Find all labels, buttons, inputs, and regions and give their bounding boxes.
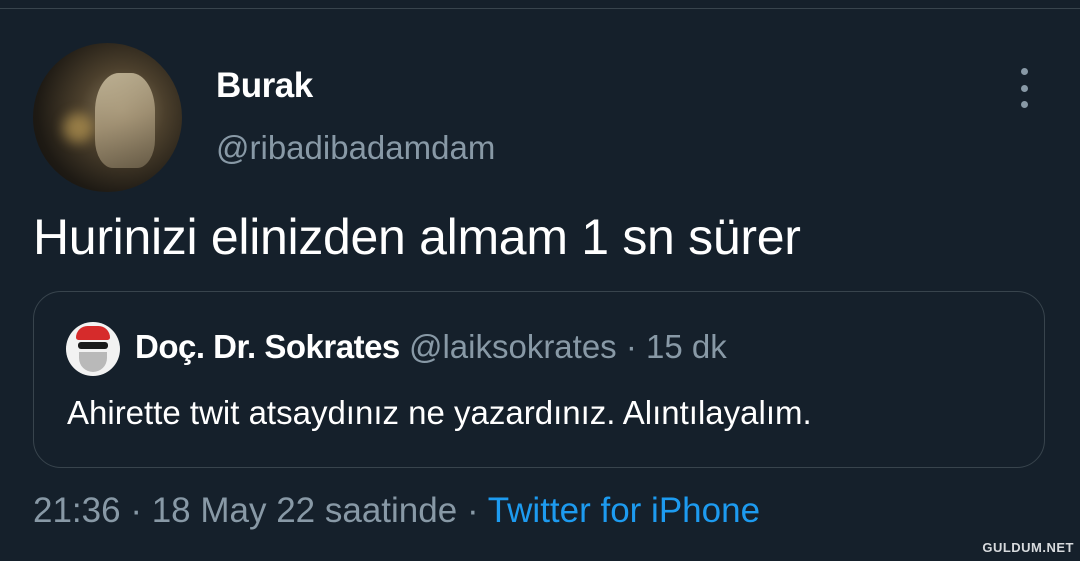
- more-dot: [1020, 101, 1028, 108]
- more-dot: [1020, 68, 1028, 75]
- separator-dot: ·: [130, 491, 142, 530]
- tweet-text: Hurinizi elinizden almam 1 sn sürer: [33, 209, 801, 265]
- avatar-glasses: [78, 342, 108, 349]
- more-dot: [1020, 84, 1028, 92]
- quoted-author-avatar[interactable]: [66, 322, 120, 376]
- avatar-beard: [79, 352, 107, 372]
- tweet-date[interactable]: 18 May 22 saatinde: [152, 491, 457, 530]
- quoted-author-name[interactable]: Doç. Dr. Sokrates: [135, 328, 400, 365]
- quoted-tweet-header: Doç. Dr. Sokrates @laiksokrates · 15 dk: [135, 328, 727, 366]
- author-handle[interactable]: @ribadibadamdam: [216, 129, 495, 167]
- quoted-tweet-text: Ahirette twit atsaydınız ne yazardınız. …: [67, 394, 812, 431]
- author-avatar[interactable]: [33, 43, 182, 192]
- tweet-metadata: 21:36 · 18 May 22 saatinde · Twitter for…: [33, 491, 760, 531]
- tweet-source-link[interactable]: Twitter for iPhone: [488, 491, 760, 530]
- quoted-author-handle[interactable]: @laiksokrates: [409, 328, 617, 365]
- top-divider: [0, 8, 1080, 9]
- quoted-tweet-time[interactable]: 15 dk: [646, 328, 727, 365]
- tweet-time[interactable]: 21:36: [33, 491, 121, 530]
- separator-dot: ·: [625, 328, 637, 365]
- author-name[interactable]: Burak: [216, 66, 313, 106]
- quoted-tweet-card[interactable]: Doç. Dr. Sokrates @laiksokrates · 15 dk …: [33, 291, 1045, 468]
- more-vertical-icon[interactable]: [1010, 68, 1038, 108]
- avatar-cap: [76, 326, 110, 340]
- avatar-figure: [95, 73, 155, 168]
- watermark: GULDUM.NET: [982, 540, 1074, 555]
- separator-dot: ·: [466, 491, 479, 530]
- avatar-light: [63, 113, 93, 143]
